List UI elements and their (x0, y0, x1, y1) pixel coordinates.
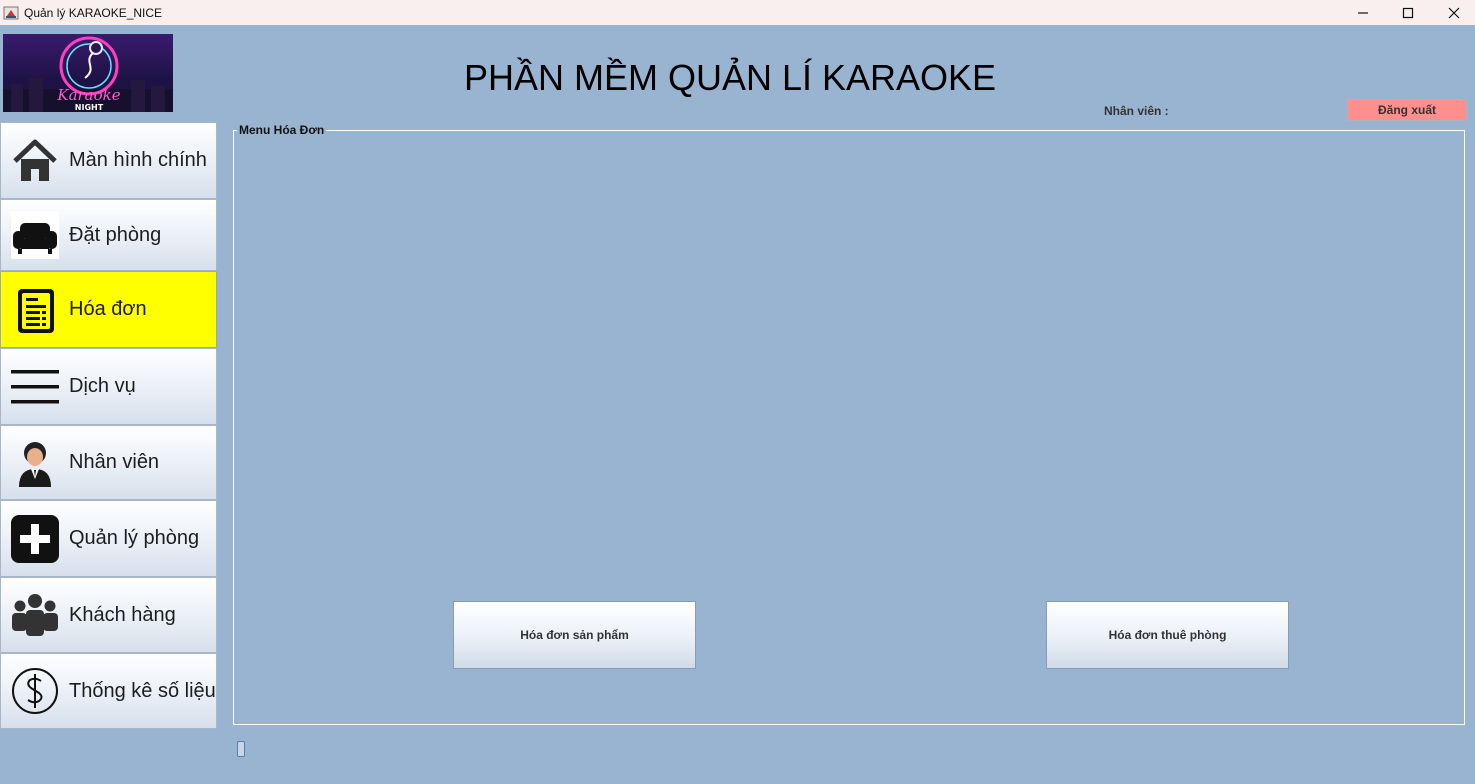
sidebar-item-invoice[interactable]: Hóa đơn (0, 271, 217, 348)
sidebar-item-employees[interactable]: Nhân viên (0, 425, 217, 500)
home-icon (11, 137, 59, 185)
window-title: Quản lý KARAOKE_NICE (24, 5, 163, 20)
svg-text:Karaoke: Karaoke (56, 86, 120, 104)
sidebar-item-label: Dịch vụ (69, 375, 136, 397)
close-icon (1448, 7, 1460, 18)
sidebar-item-customers[interactable]: Khách hàng (0, 577, 217, 653)
sidebar-item-room-management[interactable]: Quản lý phòng (0, 500, 217, 577)
status-indicator (237, 741, 245, 757)
logout-button[interactable]: Đăng xuất (1347, 99, 1467, 121)
staff-label: Nhân viên : (1104, 104, 1169, 118)
sofa-icon (11, 211, 59, 259)
maximize-icon (1402, 7, 1414, 18)
invoice-icon (11, 286, 59, 334)
panel-legend: Menu Hóa Đơn (237, 123, 327, 137)
sidebar-item-label: Màn hình chính (69, 149, 207, 171)
sidebar-item-booking[interactable]: Đặt phòng (0, 199, 217, 271)
sidebar-item-label: Thống kê số liệu (69, 679, 216, 702)
java-app-icon (3, 6, 19, 19)
karaoke-neon-logo-icon: Karaoke NIGHT (3, 36, 173, 112)
sidebar-item-statistics[interactable]: Thống kê số liệu (0, 653, 217, 729)
customers-icon (11, 591, 59, 639)
room-rental-invoice-button[interactable]: Hóa đơn thuê phòng (1046, 601, 1289, 669)
product-invoice-button[interactable]: Hóa đơn sản phẩm (453, 601, 696, 669)
sidebar-item-label: Khách hàng (69, 603, 176, 626)
sidebar-item-label: Hóa đơn (69, 298, 147, 320)
close-button[interactable] (1431, 0, 1475, 25)
karaoke-logo: Karaoke NIGHT (3, 34, 173, 112)
dollar-icon (11, 667, 59, 715)
sidebar-item-home[interactable]: Màn hình chính (0, 122, 217, 199)
window-title-bar: Quản lý KARAOKE_NICE (0, 0, 1475, 25)
sidebar-item-services[interactable]: Dịch vụ (0, 348, 217, 425)
main-window-content: Karaoke NIGHT PHẦN MỀM QUẢN LÍ KARAOKE N… (0, 25, 1475, 784)
svg-text:NIGHT: NIGHT (75, 103, 104, 112)
minimize-icon (1358, 11, 1368, 14)
maximize-button[interactable] (1385, 0, 1431, 25)
menu-lines-icon (11, 363, 59, 411)
sidebar-item-label: Nhân viên (69, 451, 160, 473)
employee-icon (11, 439, 59, 487)
sidebar-item-label: Quản lý phòng (69, 527, 200, 549)
plus-icon (11, 514, 59, 563)
sidebar-item-label: Đặt phòng (69, 223, 162, 246)
minimize-button[interactable] (1340, 0, 1386, 25)
app-title: PHẦN MỀM QUẢN LÍ KARAOKE (463, 57, 997, 98)
